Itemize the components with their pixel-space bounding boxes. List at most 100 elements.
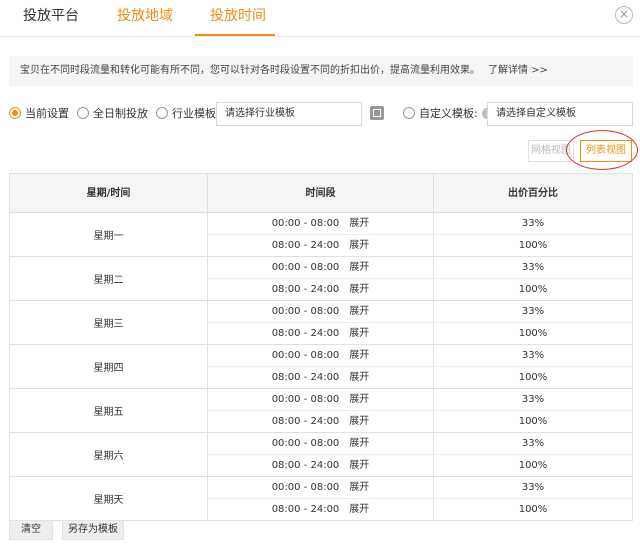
table-row: 08:00 - 24:00 展开 100% [208,455,632,477]
time-range-cell: 00:00 - 08:00 展开 [208,257,434,278]
day-cell: 星期三 [10,301,208,344]
info-text: 宝贝在不同时段流量和转化可能有所不同，您可以针对各时段设置不同的折扣出价，提高流… [20,65,480,76]
bid-percent-cell: 100% [434,367,632,389]
time-range-cell: 08:00 - 24:00 展开 [208,499,434,521]
table-row: 00:00 - 08:00 展开 33% [208,301,632,323]
radio-label: 当前设置 [25,105,69,121]
time-range-cell: 08:00 - 24:00展开 [208,323,434,345]
expand-link[interactable]: 展开 [349,218,369,229]
radio-current-setting[interactable]: 当前设置 [9,105,69,121]
custom-template-select[interactable]: 请选择自定义模板 [487,102,633,126]
radio-all-day[interactable]: 全日制投放 [77,105,148,121]
info-banner: 宝贝在不同时段流量和转化可能有所不同，您可以针对各时段设置不同的折扣出价，提高流… [9,56,633,86]
time-range-cell: 08:00 - 24:00 展开 [208,455,434,477]
time-range-text: 00:00 - 08:00 [272,306,340,317]
tab-platform[interactable]: 投放平台 [23,0,79,36]
day-cell: 星期一 [10,213,208,256]
day-group: 星期二 00:00 - 08:00 展开 33% 08:00 - 24:00 展开 100% [10,257,632,301]
day-rows: 00:00 - 08:00展开33% 08:00 - 24:00 展开 100% [208,433,632,476]
list-view-button[interactable]: 列表视图 [580,140,632,162]
table-row: 08:00 - 24:00展开100% [208,323,632,345]
expand-link[interactable]: 展开 [349,306,369,317]
expand-link[interactable]: 展开 [349,394,369,405]
time-range-text: 00:00 - 08:00 [272,218,340,229]
grid-view-button[interactable]: 网格视图 [528,140,574,162]
expand-link[interactable]: 展开 [349,372,369,383]
table-row: 08:00 - 24:00展开100% [208,235,632,257]
time-range-cell: 08:00 - 24:00 展开 [208,279,434,301]
bid-percent-cell: 33% [434,301,632,322]
table-row: 00:00 - 08:00展开33% [208,213,632,235]
bid-percent-cell: 100% [434,323,632,345]
header-day: 星期/时间 [10,174,208,212]
time-range-cell: 00:00 - 08:00 展开 [208,477,434,498]
expand-link[interactable]: 展开 [349,262,369,273]
radio-label: 全日制投放 [93,105,148,121]
expand-link[interactable]: 展开 [349,328,369,339]
tab-region[interactable]: 投放地域 [117,0,173,36]
radio-unchecked-icon [403,107,415,119]
day-rows: 00:00 - 08:00 展开 33% 08:00 - 24:00 展开 100% [208,477,632,520]
learn-more-link[interactable]: 了解详情 >> [488,65,548,76]
header-percent: 出价百分比 [434,174,632,212]
radio-industry-template[interactable]: 行业模板: [156,105,220,121]
day-group: 星期五00:00 - 08:00展开33% 08:00 - 24:00 展开 100% [10,389,632,433]
expand-link[interactable]: 展开 [349,284,369,295]
bid-percent-cell: 33% [434,477,632,498]
table-row: 00:00 - 08:00 展开 33% [208,257,632,279]
time-range-text: 08:00 - 24:00 [272,460,340,471]
time-range-cell: 00:00 - 08:00展开 [208,433,434,454]
day-rows: 00:00 - 08:00 展开 33% 08:00 - 24:00 展开 100% [208,257,632,300]
day-rows: 00:00 - 08:00展开33% 08:00 - 24:00 展开 100% [208,389,632,432]
time-range-text: 08:00 - 24:00 [272,504,340,515]
time-range-text: 08:00 - 24:00 [272,240,340,251]
tab-time[interactable]: 投放时间 [210,0,266,36]
save-template-button[interactable]: 另存为模板 [62,520,124,540]
time-range-cell: 08:00 - 24:00 展开 [208,367,434,389]
time-range-text: 00:00 - 08:00 [272,262,340,273]
tab-bar: 投放平台 投放地域 投放时间 [0,0,640,37]
clear-button[interactable]: 清空 [9,520,53,540]
day-rows: 00:00 - 08:00 展开 33% 08:00 - 24:00 展开 100% [208,345,632,388]
day-rows: 00:00 - 08:00 展开 33%08:00 - 24:00展开100% [208,301,632,344]
expand-link[interactable]: 展开 [349,460,369,471]
bid-percent-cell: 33% [434,389,632,410]
radio-custom-template[interactable]: 自定义模板: ? [403,105,493,121]
copy-icon[interactable] [370,106,384,120]
day-cell: 星期二 [10,257,208,300]
expand-link[interactable]: 展开 [349,350,369,361]
table-row: 00:00 - 08:00 展开 33% [208,345,632,367]
day-cell: 星期四 [10,345,208,388]
day-cell: 星期五 [10,389,208,432]
bid-percent-cell: 100% [434,455,632,477]
time-range-text: 08:00 - 24:00 [272,416,340,427]
day-group: 星期天00:00 - 08:00展开33%08:00 - 24:00展开100% [10,477,632,520]
active-tab-indicator [195,34,275,36]
time-range-cell: 00:00 - 08:00展开 [208,389,434,410]
radio-unchecked-icon [156,107,168,119]
expand-link[interactable]: 展开 [349,504,369,515]
industry-template-select[interactable]: 请选择行业模板 [216,102,362,126]
bid-percent-cell: 100% [434,499,632,521]
day-rows: 00:00 - 08:00展开33%08:00 - 24:00展开100% [208,213,632,256]
time-range-cell: 08:00 - 24:00 展开 [208,411,434,433]
time-range-cell: 08:00 - 24:00 展开 [208,235,434,257]
expand-link[interactable]: 展开 [349,438,369,449]
table-row: 00:00 - 08:00展开33% [208,433,632,455]
bid-percent-cell: 100% [434,279,632,301]
expand-link[interactable]: 展开 [349,240,369,251]
time-range-text: 00:00 - 08:00 [272,482,340,493]
table-body: 星期一00:00 - 08:00展开33%08:00 - 24:00展开100%… [10,213,632,520]
bid-percent-cell: 100% [434,411,632,433]
bid-percent-cell: 33% [434,257,632,278]
close-icon[interactable]: × [615,6,633,24]
day-group: 星期三 00:00 - 08:00 展开 33%08:00 - 24:00展开100% [10,301,632,345]
bid-percent-cell: 33% [434,345,632,366]
expand-link[interactable]: 展开 [349,416,369,427]
expand-link[interactable]: 展开 [349,482,369,493]
time-range-text: 08:00 - 24:00 [272,372,340,383]
time-range-text: 08:00 - 24:00 [272,284,340,295]
time-range-text: 00:00 - 08:00 [272,350,340,361]
time-range-cell: 00:00 - 08:00 展开 [208,213,434,234]
table-header: 星期/时间 时间段 出价百分比 [10,174,632,213]
